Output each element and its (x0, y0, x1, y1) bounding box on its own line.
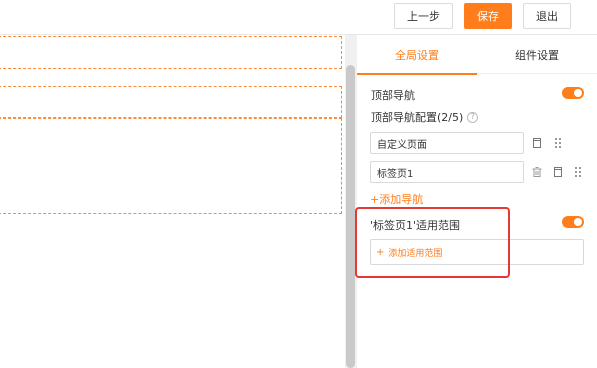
tab-global-settings[interactable]: 全局设置 (357, 35, 477, 75)
add-scope-field[interactable]: + 添加适用范围 (370, 239, 584, 265)
drag-handle-icon[interactable] (572, 166, 584, 178)
copy-icon[interactable] (552, 166, 564, 178)
canvas-component[interactable] (0, 36, 342, 69)
top-nav-config-label: 顶部导航配置(2/5) ? (371, 109, 479, 125)
settings-tabs: 全局设置 组件设置 (357, 35, 597, 75)
top-nav-toggle[interactable] (562, 87, 584, 99)
scrollbar-thumb[interactable] (346, 65, 355, 368)
page-canvas (0, 35, 346, 368)
canvas-scrollbar[interactable] (345, 35, 357, 368)
drag-handle-icon[interactable] (552, 137, 564, 149)
nav-item-input[interactable]: 标签页1 (370, 161, 524, 183)
tab-component-settings[interactable]: 组件设置 (477, 35, 597, 74)
scope-toggle[interactable] (562, 216, 584, 228)
top-nav-label: 顶部导航 (371, 89, 415, 102)
copy-icon[interactable] (531, 137, 543, 149)
scope-label: '标签页1'适用范围 (370, 219, 461, 232)
help-icon[interactable]: ? (467, 111, 479, 123)
add-nav-link[interactable]: +添加导航 (370, 191, 423, 207)
top-toolbar: 上一步 保存 退出 (0, 0, 597, 35)
top-nav-config-text: 顶部导航配置(2/5) (371, 111, 464, 124)
nav-item-input[interactable]: 自定义页面 (370, 132, 524, 154)
prev-step-button[interactable]: 上一步 (394, 3, 453, 29)
settings-panel: 全局设置 组件设置 顶部导航 顶部导航配置(2/5) ? 自定义页面 标签页1 … (357, 35, 597, 368)
canvas-component[interactable] (0, 118, 342, 214)
save-button[interactable]: 保存 (464, 3, 512, 29)
exit-button[interactable]: 退出 (523, 3, 571, 29)
add-scope-text: 添加适用范围 (388, 248, 443, 259)
plus-icon: + (376, 246, 385, 258)
delete-icon[interactable] (531, 166, 543, 178)
canvas-component[interactable] (0, 86, 342, 118)
